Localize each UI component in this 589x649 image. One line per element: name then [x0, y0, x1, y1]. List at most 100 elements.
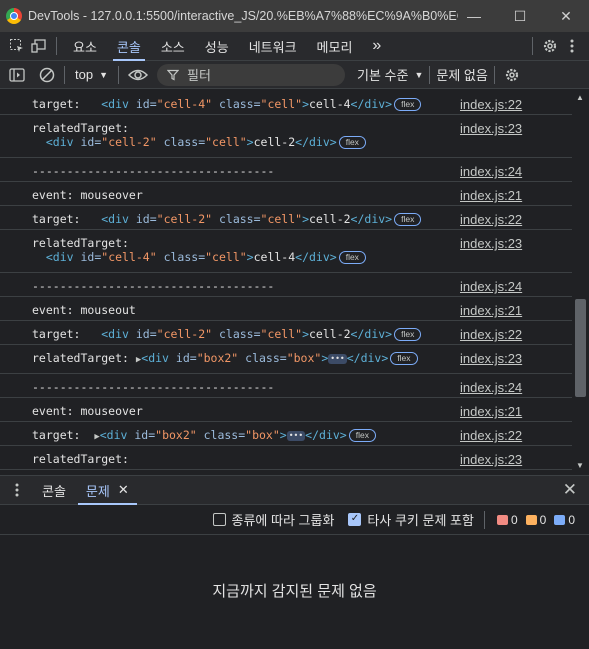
html-tag: >	[246, 135, 254, 149]
flex-badge[interactable]: flex	[394, 213, 422, 226]
more-options-icon[interactable]	[561, 35, 583, 57]
drawer-tabbar: 콘솔 문제 ✕ ✕	[0, 475, 589, 505]
flex-badge[interactable]: flex	[338, 136, 366, 149]
attr-value: "box2"	[155, 428, 197, 442]
message-label: relatedTarget:	[32, 351, 136, 365]
console-message-row: relatedTarget: <div id="cell-4" class="c…	[0, 230, 572, 273]
source-link[interactable]: index.js:23	[460, 351, 538, 366]
attr-name: class=	[212, 212, 261, 226]
chevron-down-icon: ▼	[414, 69, 424, 80]
close-window-button[interactable]: ✕	[543, 0, 589, 32]
html-tag: <div	[101, 97, 136, 111]
html-tag: </div>	[295, 250, 337, 264]
attr-value: "cell-4"	[101, 250, 157, 264]
tab-elements[interactable]: 요소	[63, 32, 107, 61]
issues-counter-button[interactable]: 문제 없음	[436, 65, 487, 84]
title-bar: DevTools - 127.0.0.1:5500/interactive_JS…	[0, 0, 589, 32]
source-link[interactable]: index.js:21	[460, 303, 538, 318]
console-scrollbar[interactable]: ▲ ▼	[572, 89, 589, 475]
third-party-checkbox[interactable]: ✓	[348, 513, 362, 526]
error-icon	[496, 514, 508, 525]
html-tag: >	[302, 97, 309, 111]
console-messages[interactable]: target: <div id="cell-4" class="cell">ce…	[0, 89, 589, 475]
maximize-button[interactable]: ☐	[497, 0, 543, 32]
console-message-row: relatedTarget: index.js:23	[0, 446, 572, 470]
flex-badge[interactable]: flex	[348, 429, 376, 442]
source-link[interactable]: index.js:23	[460, 121, 538, 136]
clear-console-icon[interactable]	[36, 64, 58, 86]
device-toolbar-icon[interactable]	[28, 35, 50, 57]
more-tabs-button[interactable]: »	[362, 32, 391, 61]
tab-network[interactable]: 네트워크	[239, 32, 307, 61]
console-message-row: event: mouseout index.js:21	[0, 297, 572, 321]
scroll-up-arrow-icon[interactable]: ▲	[576, 93, 584, 102]
flex-badge[interactable]: flex	[338, 251, 366, 264]
warning-count-value: 0	[539, 512, 547, 527]
console-message-row: target: <div id="cell-2" class="cell">ce…	[0, 321, 572, 345]
console-settings-gear-icon[interactable]	[501, 64, 523, 86]
source-link[interactable]: index.js:22	[460, 97, 538, 112]
scroll-down-arrow-icon[interactable]: ▼	[576, 461, 584, 470]
attr-value: "cell"	[260, 97, 303, 111]
settings-gear-icon[interactable]	[539, 35, 561, 57]
close-drawer-icon[interactable]: ✕	[563, 480, 577, 500]
attr-value: "cell"	[260, 327, 303, 341]
console-message-row: target: <div id="cell-2" class="cell">ce…	[0, 206, 572, 230]
flex-badge[interactable]: flex	[394, 328, 422, 341]
attr-name: id=	[175, 351, 197, 365]
filter-funnel-icon	[167, 69, 179, 80]
attr-value: "cell-4"	[156, 97, 213, 111]
message-label: target:	[32, 212, 102, 226]
source-link[interactable]: index.js:24	[460, 279, 538, 294]
window-title: DevTools - 127.0.0.1:5500/interactive_JS…	[28, 9, 458, 23]
tab-performance[interactable]: 성능	[195, 32, 239, 61]
inspect-element-icon[interactable]	[6, 35, 28, 57]
message-label: relatedTarget:	[32, 236, 129, 250]
source-link[interactable]: index.js:24	[460, 380, 538, 395]
message-label: target:	[32, 97, 102, 111]
filter-input[interactable]: 필터	[157, 63, 345, 86]
console-message-row: event: mouseover index.js:21	[0, 182, 572, 206]
group-by-kind-checkbox[interactable]	[212, 513, 226, 526]
html-tag: >	[302, 212, 309, 226]
tab-console[interactable]: 콘솔	[107, 32, 151, 61]
drawer-tab-console[interactable]: 콘솔	[32, 476, 76, 505]
expand-ellipsis-button[interactable]: •••	[286, 430, 306, 441]
source-link[interactable]: index.js:22	[460, 327, 538, 342]
warning-count: 0	[525, 512, 547, 527]
filter-placeholder: 필터	[187, 68, 211, 83]
flex-badge[interactable]: flex	[394, 98, 422, 111]
scrollbar-thumb[interactable]	[575, 299, 586, 397]
source-link[interactable]: index.js:21	[460, 404, 538, 419]
source-link[interactable]: index.js:21	[460, 188, 538, 203]
flex-badge[interactable]: flex	[390, 352, 418, 365]
warning-icon	[525, 514, 537, 525]
close-tab-icon[interactable]: ✕	[118, 482, 129, 498]
console-message-text: -----------------------------------	[32, 164, 275, 178]
drawer-tab-issues-label: 문제	[85, 483, 110, 499]
console-message-text: -----------------------------------	[32, 279, 275, 293]
tab-memory[interactable]: 메모리	[307, 32, 363, 61]
drawer-tab-issues[interactable]: 문제 ✕	[76, 476, 139, 505]
console-message-row: relatedTarget: <div id="cell-2" class="c…	[0, 115, 572, 158]
live-expression-eye-icon[interactable]	[125, 64, 151, 86]
expand-ellipsis-button[interactable]: •••	[328, 353, 347, 364]
minimize-button[interactable]: —	[451, 0, 497, 32]
source-link[interactable]: index.js:23	[460, 236, 538, 251]
attr-value: "cell"	[205, 135, 247, 149]
sidebar-toggle-icon[interactable]	[6, 64, 28, 86]
message-label: target:	[32, 327, 102, 341]
html-tag: <div	[101, 212, 136, 226]
source-link[interactable]: index.js:23	[460, 452, 538, 467]
drawer-menu-icon[interactable]	[6, 479, 28, 501]
context-selector[interactable]: top ▼	[75, 67, 108, 82]
source-link[interactable]: index.js:22	[460, 428, 538, 443]
log-level-dropdown[interactable]: 기본 수준 ▼	[357, 65, 423, 84]
console-message-text: event: mouseover	[32, 188, 143, 202]
source-link[interactable]: index.js:24	[460, 164, 538, 179]
console-message-row: ----------------------------------- index…	[0, 273, 572, 297]
source-link[interactable]: index.js:22	[460, 212, 538, 227]
tab-sources[interactable]: 소스	[151, 32, 195, 61]
